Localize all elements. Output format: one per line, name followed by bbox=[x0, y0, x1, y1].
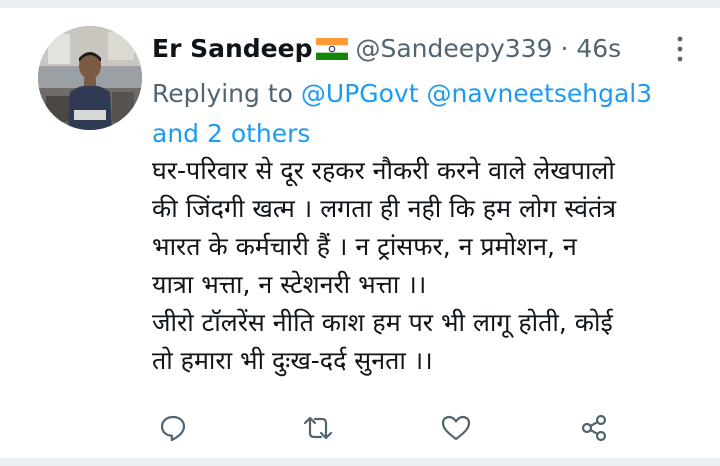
reply-button[interactable] bbox=[153, 408, 193, 448]
bottom-divider bbox=[0, 458, 720, 466]
avatar[interactable] bbox=[38, 26, 142, 130]
like-icon bbox=[441, 415, 471, 441]
tweet-text: घर-परिवार से दूर रहकर नौकरी करने वाले ले… bbox=[152, 152, 702, 380]
author-handle[interactable]: @Sandeepy339 bbox=[355, 34, 552, 63]
more-options-button[interactable] bbox=[672, 34, 688, 64]
retweet-icon bbox=[303, 416, 333, 440]
mention-others[interactable]: and 2 others bbox=[152, 119, 310, 148]
tweet-text-line: जीरो टॉलरेंस नीति काश हम पर भी लागू होती… bbox=[152, 308, 613, 337]
tweet-text-line: यात्रा भत्ता, न स्टेशनरी भत्ता ।। bbox=[152, 270, 427, 299]
more-vertical-icon bbox=[677, 36, 683, 62]
tweet-header: Er Sandeep @Sandeepy339 · 46s bbox=[152, 32, 621, 69]
replying-to-label: Replying to bbox=[152, 79, 301, 108]
india-flag-icon bbox=[315, 35, 348, 69]
share-icon bbox=[581, 414, 607, 442]
tweet-text-line: घर-परिवार से दूर रहकर नौकरी करने वाले ले… bbox=[152, 156, 615, 185]
tweet-text-line: की जिंदगी खत्म । लगता ही नही कि हम लोग स… bbox=[152, 194, 617, 223]
retweet-button[interactable] bbox=[298, 408, 338, 448]
author-name[interactable]: Er Sandeep bbox=[152, 34, 313, 63]
header-separator: · bbox=[552, 34, 577, 63]
mention-upgovt[interactable]: @UPGovt bbox=[301, 79, 419, 108]
tweet-timestamp[interactable]: 46s bbox=[576, 34, 621, 63]
tweet-text-line: तो हमारा भी दुःख-दर्द सुनता ।। bbox=[152, 346, 433, 375]
share-button[interactable] bbox=[574, 408, 614, 448]
like-button[interactable] bbox=[436, 408, 476, 448]
avatar-photo bbox=[38, 26, 142, 130]
mention-navneetsehgal3[interactable]: @navneetsehgal3 bbox=[426, 79, 652, 108]
top-divider bbox=[0, 0, 720, 8]
tweet-actions bbox=[0, 408, 720, 448]
reply-icon bbox=[160, 415, 186, 442]
replying-to: Replying to @UPGovt @navneetsehgal3 and … bbox=[152, 74, 692, 154]
tweet-text-line: भारत के कर्मचारी हैं । न ट्रांसफर, न प्र… bbox=[152, 232, 577, 261]
